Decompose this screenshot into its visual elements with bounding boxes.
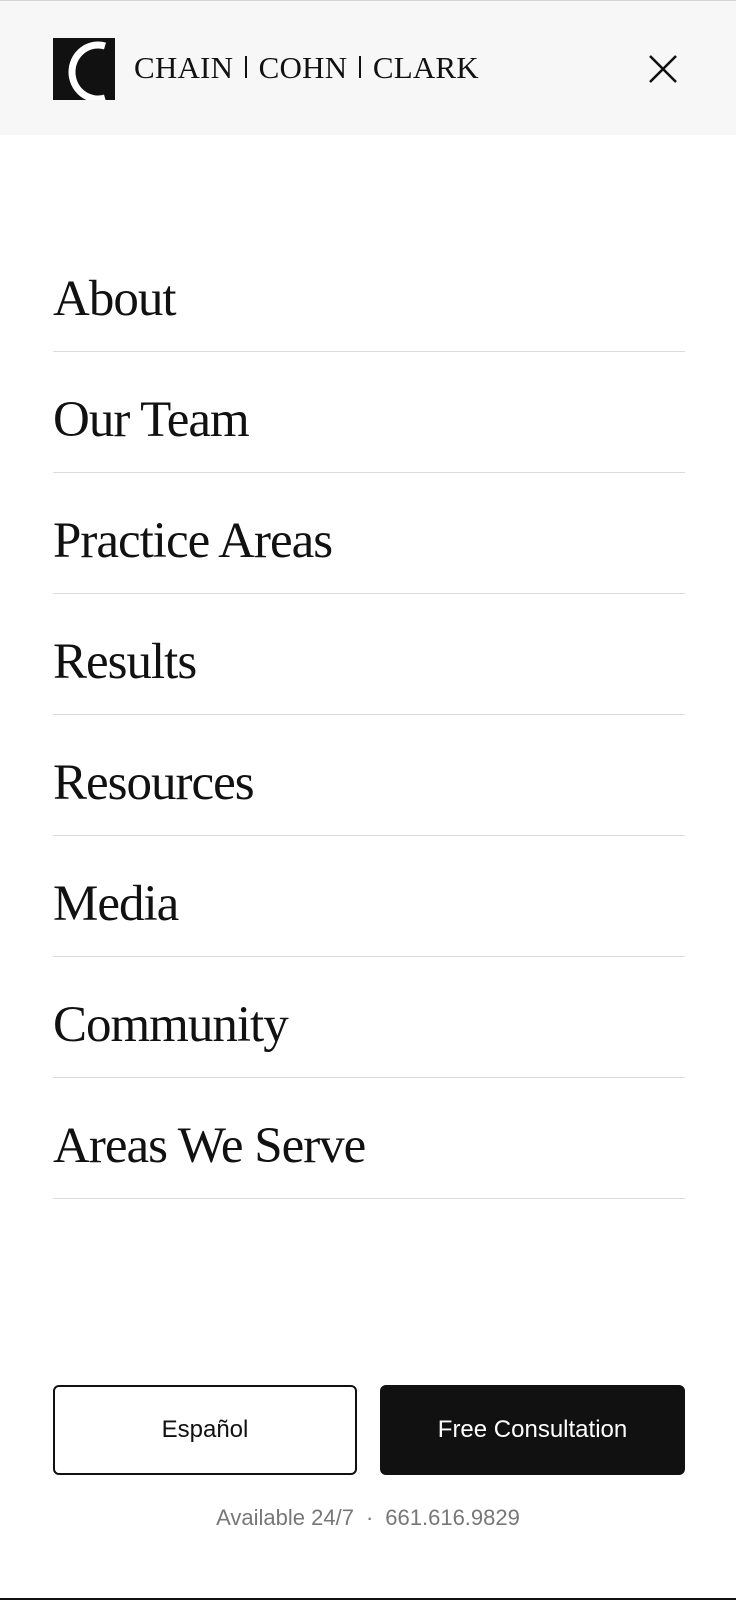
- close-menu-button[interactable]: [644, 50, 682, 88]
- espanol-button[interactable]: Español: [53, 1385, 357, 1475]
- mobile-menu-page: CHAIN COHN CLARK About Our Team Practice…: [0, 0, 736, 1600]
- nav-item-community[interactable]: Community: [53, 957, 685, 1078]
- nav-item-label: Results: [53, 634, 197, 690]
- availability-text: Available 24/7: [216, 1505, 354, 1530]
- main-nav-menu: About Our Team Practice Areas Results Re…: [53, 230, 685, 1199]
- nav-item-our-team[interactable]: Our Team: [53, 352, 685, 473]
- nav-item-label: Media: [53, 876, 179, 932]
- nav-item-media[interactable]: Media: [53, 836, 685, 957]
- close-icon: [649, 55, 677, 83]
- nav-item-label: Areas We Serve: [53, 1118, 366, 1174]
- phone-link[interactable]: 661.616.9829: [385, 1505, 520, 1530]
- nav-item-label: Our Team: [53, 392, 250, 448]
- nav-item-label: About: [53, 271, 176, 327]
- nav-item-resources[interactable]: Resources: [53, 715, 685, 836]
- nav-item-label: Practice Areas: [53, 513, 333, 569]
- nav-item-label: Resources: [53, 755, 255, 811]
- nav-item-about[interactable]: About: [53, 230, 685, 352]
- nav-item-label: Community: [53, 997, 289, 1053]
- logo-divider: [359, 56, 361, 78]
- separator-dot: ·: [365, 1505, 374, 1530]
- firm-name-part-clark: CLARK: [372, 50, 479, 85]
- nav-item-results[interactable]: Results: [53, 594, 685, 715]
- nav-item-practice-areas[interactable]: Practice Areas: [53, 473, 685, 594]
- contact-info: Available 24/7 · 661.616.9829: [0, 1505, 736, 1531]
- firm-name-part-chain: CHAIN: [134, 50, 234, 85]
- logo-mark-icon[interactable]: [53, 38, 115, 100]
- logo-divider: [245, 56, 247, 78]
- nav-item-areas-we-serve[interactable]: Areas We Serve: [53, 1078, 685, 1199]
- free-consultation-button[interactable]: Free Consultation: [380, 1385, 685, 1475]
- firm-name-part-cohn: COHN: [258, 50, 348, 85]
- header-bar: CHAIN COHN CLARK: [0, 1, 736, 135]
- firm-name-logo[interactable]: CHAIN COHN CLARK: [134, 49, 479, 87]
